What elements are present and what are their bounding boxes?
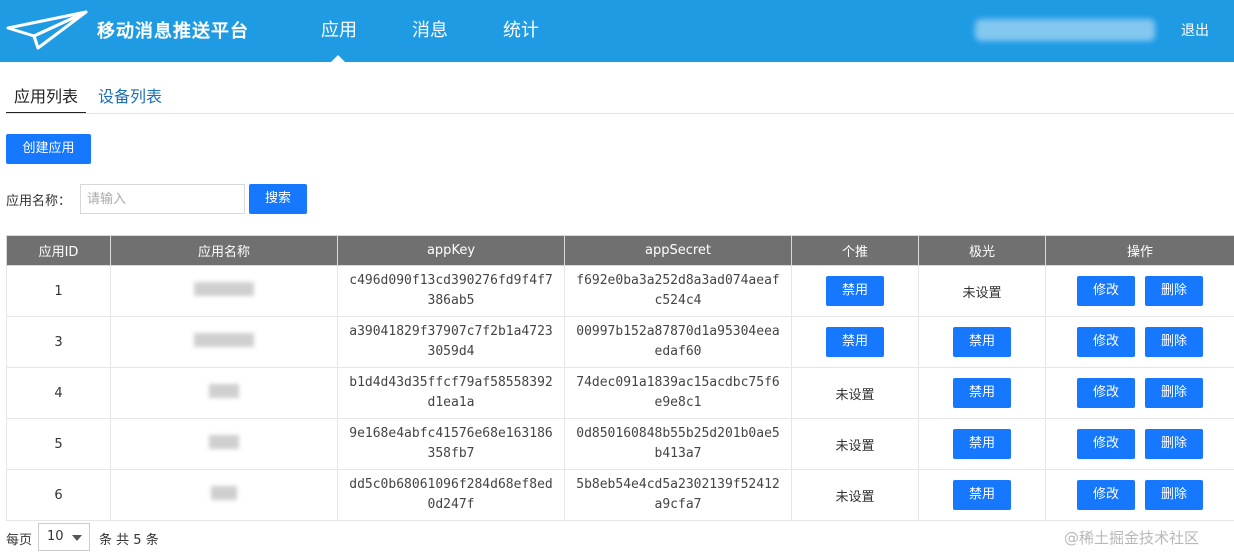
cell-getui: 未设置	[791, 367, 919, 419]
delete-button[interactable]: 删除	[1145, 480, 1203, 510]
cell-actions: 修改 删除	[1045, 316, 1234, 368]
user-info-blurred	[975, 19, 1155, 41]
tab-app-list[interactable]: 应用列表	[6, 83, 86, 114]
blurred-app-name	[194, 282, 254, 296]
tabs-divider	[6, 113, 1234, 114]
cell-app-name	[110, 265, 338, 317]
blurred-app-name	[209, 435, 239, 449]
cell-app-secret: 0d850160848b55b25d201b0ae5b413a7	[564, 418, 792, 470]
active-nav-indicator	[331, 55, 345, 62]
table-row: 5 9e168e4abfc41576e68e163186358fb7 0d850…	[6, 418, 1234, 470]
cell-app-key: 9e168e4abfc41576e68e163186358fb7	[337, 418, 565, 470]
delete-button[interactable]: 删除	[1145, 276, 1203, 306]
col-header-app-secret: appSecret	[564, 235, 792, 266]
cell-app-id: 4	[6, 367, 111, 419]
brand-title: 移动消息推送平台	[97, 21, 249, 42]
logout-link[interactable]: 退出	[1181, 20, 1209, 40]
cell-app-secret: 5b8eb54e4cd5a2302139f52412a9cfa7	[564, 469, 792, 521]
cell-jiguang: 禁用	[918, 418, 1046, 470]
edit-button[interactable]: 修改	[1077, 378, 1135, 408]
cell-jiguang: 禁用	[918, 367, 1046, 419]
delete-button[interactable]: 删除	[1145, 378, 1203, 408]
cell-app-name	[110, 418, 338, 470]
cell-getui: 禁用	[791, 265, 919, 317]
watermark-text: @稀土掘金技术社区	[1064, 529, 1200, 547]
cell-app-key: dd5c0b68061096f284d68ef8ed0d247f	[337, 469, 565, 521]
getui-disable-button[interactable]: 禁用	[826, 276, 884, 306]
delete-button[interactable]: 删除	[1145, 327, 1203, 357]
nav-item-stats[interactable]: 统计	[503, 16, 539, 42]
edit-button[interactable]: 修改	[1077, 276, 1135, 306]
col-header-actions: 操作	[1045, 235, 1234, 266]
blurred-app-name	[209, 384, 239, 398]
cell-app-name	[110, 316, 338, 368]
blurred-app-name	[211, 486, 237, 500]
create-app-button[interactable]: 创建应用	[6, 134, 91, 164]
jiguang-disable-button[interactable]: 禁用	[953, 378, 1011, 408]
nav-item-messages[interactable]: 消息	[412, 16, 448, 42]
app-name-search-input[interactable]	[80, 184, 245, 214]
table-row: 6 dd5c0b68061096f284d68ef8ed0d247f 5b8eb…	[6, 469, 1234, 521]
table-row: 1 c496d090f13cd390276fd9f4f7386ab5 f692e…	[6, 265, 1234, 317]
delete-button[interactable]: 删除	[1145, 429, 1203, 459]
col-header-jiguang: 极光	[918, 235, 1046, 266]
jiguang-disable-button[interactable]: 禁用	[953, 429, 1011, 459]
col-header-app-id: 应用ID	[6, 235, 111, 266]
total-count-text: 条 共 5 条	[99, 529, 159, 548]
blurred-app-name	[194, 333, 254, 347]
cell-app-id: 3	[6, 316, 111, 368]
nav-item-apps[interactable]: 应用	[321, 16, 357, 42]
edit-button[interactable]: 修改	[1077, 429, 1135, 459]
total-suffix: 条	[145, 533, 159, 548]
total-count: 5	[133, 533, 142, 548]
cell-actions: 修改 删除	[1045, 469, 1234, 521]
cell-app-key: a39041829f37907c7f2b1a47233059d4	[337, 316, 565, 368]
top-header: 移动消息推送平台 应用 消息 统计 退出	[0, 0, 1234, 62]
cell-app-id: 6	[6, 469, 111, 521]
cell-actions: 修改 删除	[1045, 418, 1234, 470]
page-size-value: 10	[47, 529, 64, 544]
cell-app-key: c496d090f13cd390276fd9f4f7386ab5	[337, 265, 565, 317]
col-header-getui: 个推	[791, 235, 919, 266]
paper-plane-logo-icon	[6, 10, 88, 50]
total-prefix: 条 共	[99, 533, 130, 548]
table-row: 4 b1d4d43d35ffcf79af58558392d1ea1a 74dec…	[6, 367, 1234, 419]
cell-app-id: 5	[6, 418, 111, 470]
getui-disable-button[interactable]: 禁用	[826, 327, 884, 357]
page-size-select[interactable]: 10	[38, 523, 90, 551]
chevron-down-icon	[72, 535, 82, 541]
col-header-app-name: 应用名称	[110, 235, 338, 266]
col-header-app-key: appKey	[337, 235, 565, 266]
cell-app-secret: 00997b152a87870d1a95304eeaedaf60	[564, 316, 792, 368]
cell-actions: 修改 删除	[1045, 265, 1234, 317]
cell-actions: 修改 删除	[1045, 367, 1234, 419]
edit-button[interactable]: 修改	[1077, 327, 1135, 357]
cell-app-name	[110, 469, 338, 521]
tab-device-list[interactable]: 设备列表	[98, 83, 162, 107]
app-table: 应用ID 应用名称 appKey appSecret 个推 极光 操作 1 c4…	[6, 235, 1234, 521]
cell-getui: 禁用	[791, 316, 919, 368]
cell-app-id: 1	[6, 265, 111, 317]
cell-getui: 未设置	[791, 469, 919, 521]
search-button[interactable]: 搜索	[249, 184, 307, 214]
cell-app-secret: f692e0ba3a252d8a3ad074aeafc524c4	[564, 265, 792, 317]
jiguang-disable-button[interactable]: 禁用	[953, 327, 1011, 357]
per-page-label: 每页	[6, 533, 33, 548]
cell-app-secret: 74dec091a1839ac15acdbc75f6e9e8c1	[564, 367, 792, 419]
cell-jiguang: 禁用	[918, 469, 1046, 521]
table-header-row: 应用ID 应用名称 appKey appSecret 个推 极光 操作	[6, 235, 1234, 266]
cell-jiguang: 禁用	[918, 316, 1046, 368]
cell-jiguang: 未设置	[918, 265, 1046, 317]
search-label: 应用名称：	[6, 194, 72, 209]
cell-app-key: b1d4d43d35ffcf79af58558392d1ea1a	[337, 367, 565, 419]
edit-button[interactable]: 修改	[1077, 480, 1135, 510]
jiguang-disable-button[interactable]: 禁用	[953, 480, 1011, 510]
cell-app-name	[110, 367, 338, 419]
table-row: 3 a39041829f37907c7f2b1a47233059d4 00997…	[6, 316, 1234, 368]
cell-getui: 未设置	[791, 418, 919, 470]
